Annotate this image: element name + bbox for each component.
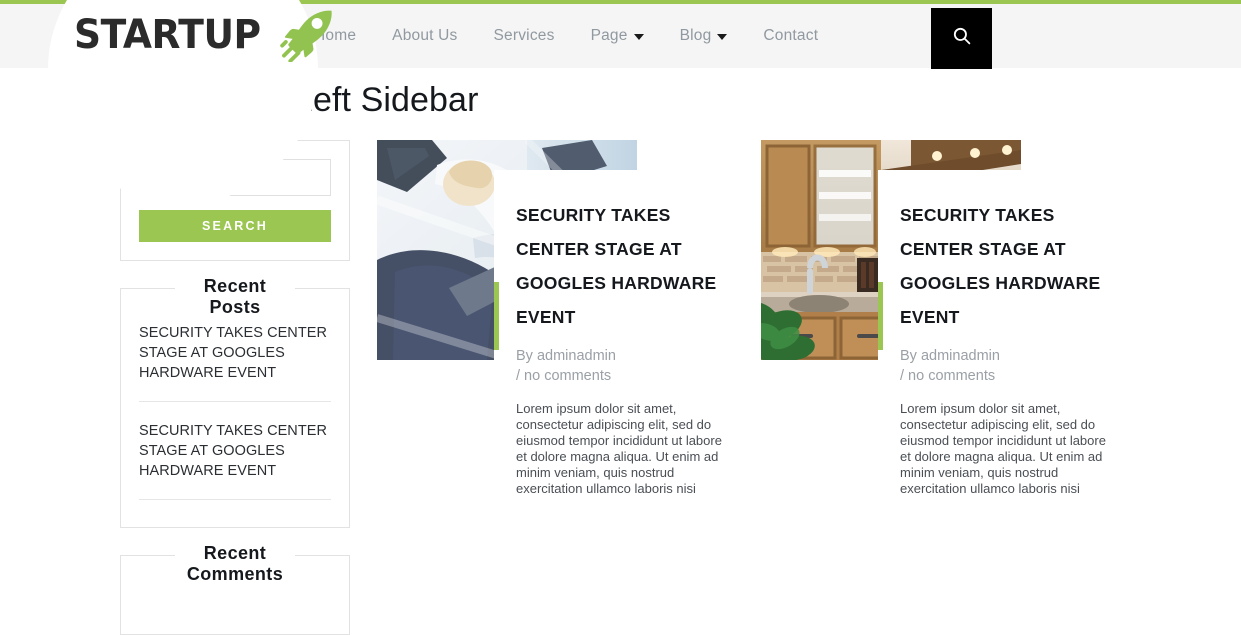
nav-item-label: Blog bbox=[679, 27, 712, 44]
post-title[interactable]: SECURITY TAKES CENTER STAGE AT GOOGLES H… bbox=[516, 198, 731, 334]
post-comment-count: / no comments bbox=[900, 368, 996, 384]
post-content: SECURITY TAKES CENTER STAGE AT GOOGLES H… bbox=[494, 170, 739, 497]
card-accent-bar bbox=[878, 282, 883, 350]
search-submit-button[interactable]: SEARCH bbox=[139, 210, 331, 242]
widget-title-label: Recent Comments bbox=[175, 543, 295, 585]
recent-post-link[interactable]: SECURITY TAKES CENTER STAGE AT GOOGLES H… bbox=[139, 323, 331, 401]
recent-post-link[interactable]: SECURITY TAKES CENTER STAGE AT GOOGLES H… bbox=[139, 421, 331, 499]
left-sidebar: SEARCH Recent Posts SECURITY TAKES CENTE… bbox=[120, 140, 350, 635]
rocket-icon bbox=[279, 8, 337, 64]
nav-item-services[interactable]: Services bbox=[476, 27, 573, 45]
post-title[interactable]: SECURITY TAKES CENTER STAGE AT GOOGLES H… bbox=[900, 198, 1115, 334]
widget-title-recent-comments: Recent Comments bbox=[121, 543, 349, 585]
header-search-button[interactable] bbox=[931, 8, 992, 69]
nav-item-blog[interactable]: Blog bbox=[662, 27, 746, 45]
nav-item-label: Page bbox=[590, 27, 628, 44]
nav-item-page[interactable]: Page bbox=[573, 27, 662, 45]
blog-post-card: SECURITY TAKES CENTER STAGE AT GOOGLES H… bbox=[761, 140, 1123, 497]
post-comment-count: / no comments bbox=[516, 368, 612, 384]
post-excerpt: Lorem ipsum dolor sit amet, consectetur … bbox=[516, 401, 722, 496]
nav-item-label: About Us bbox=[392, 27, 458, 44]
search-icon bbox=[952, 26, 972, 51]
blog-post-card: SECURITY TAKES CENTER STAGE AT GOOGLES H… bbox=[377, 140, 739, 497]
divider bbox=[139, 499, 331, 500]
post-author: By adminadmin bbox=[516, 348, 616, 364]
card-accent-bar bbox=[494, 282, 499, 350]
nav-item-label: Contact bbox=[763, 27, 819, 44]
post-content: SECURITY TAKES CENTER STAGE AT GOOGLES H… bbox=[878, 170, 1123, 497]
divider bbox=[139, 401, 331, 402]
chevron-down-icon bbox=[717, 34, 728, 40]
post-meta: By adminadmin / no comments bbox=[516, 346, 739, 386]
widget-title-label: Recent Posts bbox=[175, 276, 295, 318]
site-logo[interactable]: STARTUP bbox=[74, 8, 337, 64]
nav-item-contact[interactable]: Contact bbox=[745, 27, 836, 45]
widget-title-recent-posts: Recent Posts bbox=[121, 276, 349, 318]
logo-text: STARTUP bbox=[74, 12, 261, 58]
nav-item-label: Services bbox=[493, 27, 555, 44]
main-navigation: Home About Us Services Page Blog Contact bbox=[300, 4, 836, 68]
widget-recent-comments: Recent Comments bbox=[120, 543, 350, 635]
chevron-down-icon bbox=[633, 34, 644, 40]
nav-item-about-us[interactable]: About Us bbox=[374, 27, 475, 45]
site-header: Home About Us Services Page Blog Contact… bbox=[0, 0, 1241, 204]
post-excerpt: Lorem ipsum dolor sit amet, consectetur … bbox=[900, 401, 1106, 496]
widget-recent-posts: Recent Posts SECURITY TAKES CENTER STAGE… bbox=[120, 276, 350, 528]
post-author: By adminadmin bbox=[900, 348, 1000, 364]
post-meta: By adminadmin / no comments bbox=[900, 346, 1123, 386]
